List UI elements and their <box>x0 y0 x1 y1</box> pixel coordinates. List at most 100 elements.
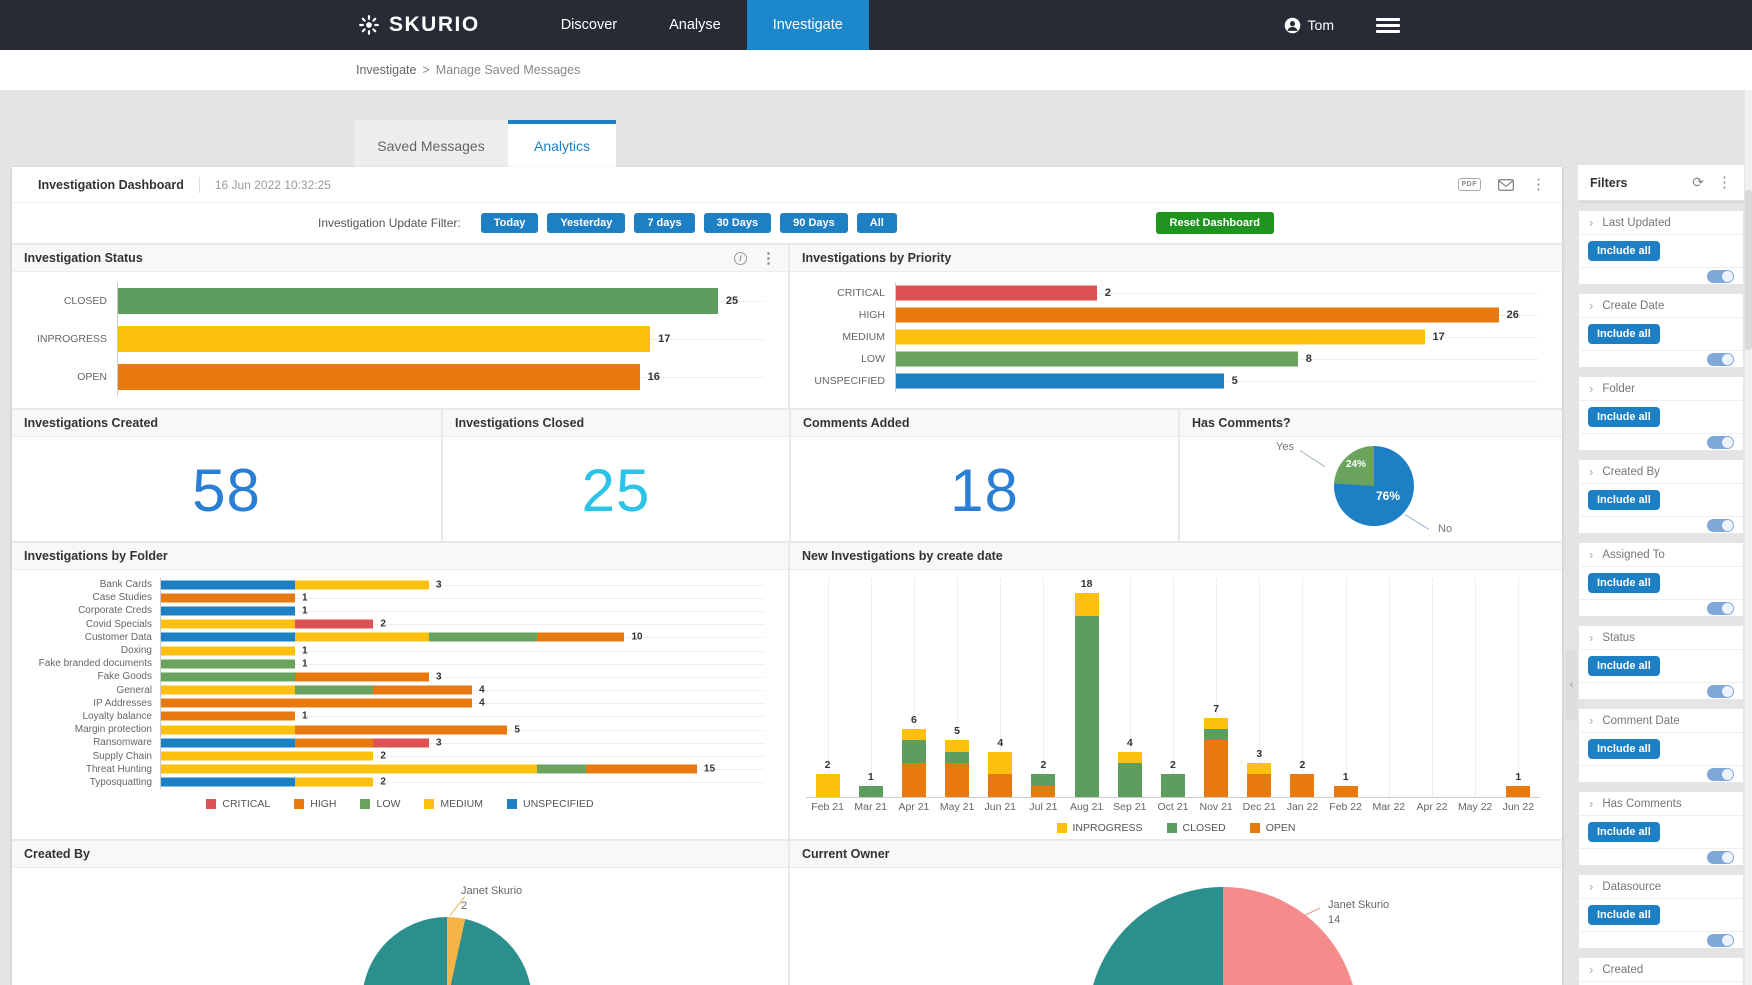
user-menu[interactable]: Tom <box>1284 17 1334 34</box>
filter-section-toggle-created-by[interactable]: ›Created By <box>1579 460 1743 484</box>
column-value-label: 6 <box>911 714 917 726</box>
include-all-button[interactable]: Include all <box>1588 241 1660 261</box>
filter-buttons: Today Yesterday 7 days 30 Days 90 Days All <box>481 213 897 233</box>
filter-toggle-switch[interactable] <box>1707 436 1734 449</box>
column-slot: 2 <box>1281 578 1324 797</box>
filter-button-30-days[interactable]: 30 Days <box>704 213 772 233</box>
bar-value-label: 26 <box>1507 309 1519 321</box>
bar-segment-medium <box>161 620 295 629</box>
filter-toggle-switch[interactable] <box>1707 685 1734 698</box>
refresh-icon[interactable]: ⟳ <box>1692 174 1704 191</box>
bar-track: 1 <box>160 710 770 723</box>
include-all-button[interactable]: Include all <box>1588 905 1660 925</box>
hamburger-menu-icon[interactable] <box>1376 15 1400 36</box>
breadcrumb-section[interactable]: Investigate <box>356 63 416 77</box>
bar-value-label: 2 <box>380 619 386 630</box>
filter-section-toggle-create-date[interactable]: ›Create Date <box>1579 294 1743 318</box>
chevron-right-icon: › <box>1589 382 1593 395</box>
filter-toggle-switch[interactable] <box>1707 519 1734 532</box>
filter-button-today[interactable]: Today <box>481 213 539 233</box>
column-segment-inprogress <box>1247 763 1271 774</box>
bar-category-label: Threat Hunting <box>12 764 160 775</box>
filter-section-toggle-assigned-to[interactable]: ›Assigned To <box>1579 543 1743 567</box>
callout-label: Janet Skurio <box>1328 898 1389 913</box>
panel-title: Investigations by Folder <box>24 549 168 563</box>
legend-label: CRITICAL <box>222 798 270 810</box>
panel-title: Investigations Closed <box>455 416 584 430</box>
dashboard-menu-icon[interactable]: ⋮ <box>1531 177 1546 192</box>
nav-item-investigate[interactable]: Investigate <box>747 0 869 50</box>
nav-item-discover[interactable]: Discover <box>535 0 643 50</box>
panel-menu-icon[interactable]: ⋮ <box>761 251 776 266</box>
bar-segment-critical <box>373 738 429 747</box>
filter-section-toggle-last-updated[interactable]: ›Last Updated <box>1579 211 1743 235</box>
filter-toggle-switch[interactable] <box>1707 934 1734 947</box>
include-all-button[interactable]: Include all <box>1588 573 1660 593</box>
email-icon[interactable] <box>1498 179 1514 191</box>
filter-section-toggle-folder[interactable]: ›Folder <box>1579 377 1743 401</box>
filter-toggle-switch[interactable] <box>1707 768 1734 781</box>
nav-item-analyse[interactable]: Analyse <box>643 0 747 50</box>
filter-section-toggle-status[interactable]: ›Status <box>1579 626 1743 650</box>
bar-track: 2 <box>160 618 770 631</box>
include-all-button[interactable]: Include all <box>1588 822 1660 842</box>
pie-pct-yes: 24% <box>1346 459 1366 470</box>
filter-toggle-switch[interactable] <box>1707 851 1734 864</box>
filter-button-yesterday[interactable]: Yesterday <box>547 213 625 233</box>
bar <box>896 286 1097 301</box>
legend-swatch <box>294 799 304 809</box>
bar <box>896 330 1425 345</box>
column-segment-closed <box>859 786 883 797</box>
column-segment-inprogress <box>902 729 926 740</box>
column-stack <box>1247 763 1271 797</box>
scrollbar-thumb[interactable] <box>1745 190 1752 350</box>
panel-new-investigations-by-create-date: New Investigations by create date 216542… <box>788 543 1562 839</box>
tab-analytics[interactable]: Analytics <box>508 120 616 167</box>
bar-row: OPEN16 <box>12 358 788 396</box>
column-segment-open <box>1204 740 1228 797</box>
kpi-comments-value: 18 <box>950 456 1019 525</box>
filter-section-toggle-has-comments[interactable]: ›Has Comments <box>1579 792 1743 816</box>
filter-button-7-days[interactable]: 7 days <box>634 213 694 233</box>
filter-button-all[interactable]: All <box>857 213 897 233</box>
filter-toggle-switch[interactable] <box>1707 602 1734 615</box>
bar <box>896 352 1298 367</box>
user-icon <box>1284 17 1301 34</box>
bar-track: 1 <box>160 604 770 617</box>
legend-item-closed: CLOSED <box>1167 822 1226 834</box>
toggle-knob <box>1722 686 1733 697</box>
filter-section-toggle-datasource[interactable]: ›Datasource <box>1579 875 1743 899</box>
date-chart-legend: INPROGRESSCLOSEDOPEN <box>790 822 1562 834</box>
export-pdf-icon[interactable]: PDF <box>1458 178 1482 191</box>
x-axis-label: Feb 22 <box>1324 801 1367 813</box>
include-all-button[interactable]: Include all <box>1588 656 1660 676</box>
bar-row: IP Addresses4 <box>12 697 788 710</box>
bar-track: 5 <box>895 370 1544 392</box>
include-all-button[interactable]: Include all <box>1588 739 1660 759</box>
include-all-button[interactable]: Include all <box>1588 324 1660 344</box>
status-bar-chart: CLOSED25INPROGRESS17OPEN16 <box>12 272 788 396</box>
include-all-button[interactable]: Include all <box>1588 407 1660 427</box>
legend-swatch <box>507 799 517 809</box>
bar-value-label: 1 <box>302 711 308 722</box>
filter-section-toggle-created[interactable]: ›Created <box>1579 958 1743 982</box>
filter-toggle-switch[interactable] <box>1707 270 1734 283</box>
filter-button-90-days[interactable]: 90 Days <box>780 213 848 233</box>
bar-row: Loyalty balance1 <box>12 710 788 723</box>
filter-section-body: Include all <box>1579 567 1743 600</box>
tab-saved-messages[interactable]: Saved Messages <box>354 120 508 167</box>
filters-drawer-handle[interactable]: ‹ <box>1566 650 1577 720</box>
bar-row: CRITICAL2 <box>790 282 1562 304</box>
bar-track: 2 <box>160 776 770 789</box>
bar-row: Fake Goods3 <box>12 670 788 683</box>
column-segment-inprogress <box>945 740 969 751</box>
bar-row: Covid Specials2 <box>12 618 788 631</box>
filters-menu-icon[interactable]: ⋮ <box>1717 175 1732 190</box>
reset-dashboard-button[interactable]: Reset Dashboard <box>1156 212 1274 234</box>
filter-toggle-switch[interactable] <box>1707 353 1734 366</box>
filter-section-toggle-comment-date[interactable]: ›Comment Date <box>1579 709 1743 733</box>
column-value-label: 18 <box>1081 578 1093 590</box>
filter-bar-label: Investigation Update Filter: <box>318 216 461 230</box>
info-icon[interactable]: i <box>734 252 747 265</box>
include-all-button[interactable]: Include all <box>1588 490 1660 510</box>
